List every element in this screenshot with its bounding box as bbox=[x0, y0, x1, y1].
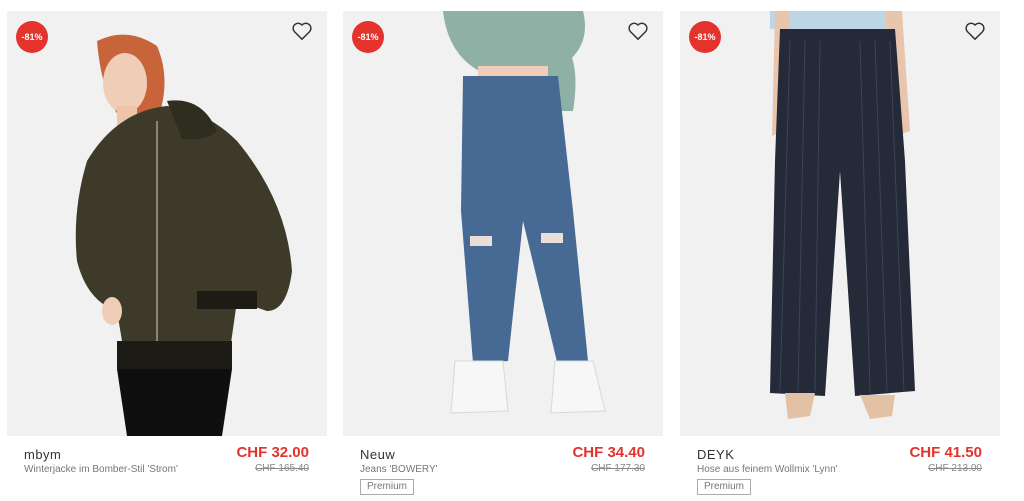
product-info[interactable]: DEYK Hose aus feinem Wollmix 'Lynn' CHF … bbox=[680, 436, 1000, 499]
product-card[interactable]: -81% DEYK Hose aus feinem Wollmix 'Lynn'… bbox=[680, 11, 1000, 499]
product-brand: mbym bbox=[24, 447, 62, 462]
trousers-model-illustration bbox=[770, 11, 915, 419]
heart-icon[interactable] bbox=[964, 21, 986, 41]
product-info[interactable]: mbym Winterjacke im Bomber-Stil 'Strom' … bbox=[7, 436, 327, 499]
discount-badge: -81% bbox=[352, 21, 384, 53]
product-description: Jeans 'BOWERY' bbox=[360, 464, 438, 475]
product-grid: -81% mbym Winterjacke im Bomber-Stil 'St… bbox=[0, 0, 1024, 501]
product-price: CHF 32.00 bbox=[236, 444, 309, 461]
premium-tag: Premium bbox=[697, 479, 752, 495]
product-info[interactable]: Neuw Jeans 'BOWERY' CHF 34.40 CHF 177.30… bbox=[343, 436, 663, 499]
product-card[interactable]: -81% mbym Winterjacke im Bomber-Stil 'St… bbox=[7, 11, 327, 499]
discount-badge: -81% bbox=[689, 21, 721, 53]
premium-tag: Premium bbox=[360, 479, 415, 495]
product-image[interactable]: -81% bbox=[343, 11, 663, 436]
product-card[interactable]: -81% Neuw Jeans 'BOWERY' CHF 34.40 CHF 1… bbox=[343, 11, 663, 499]
discount-badge: -81% bbox=[16, 21, 48, 53]
jeans-model-illustration bbox=[443, 11, 606, 414]
product-old-price: CHF 177.30 bbox=[591, 463, 645, 474]
product-brand: DEYK bbox=[697, 447, 735, 462]
heart-icon[interactable] bbox=[627, 21, 649, 41]
jacket-model-illustration bbox=[75, 34, 292, 436]
product-old-price: CHF 213.00 bbox=[928, 463, 982, 474]
product-old-price: CHF 165.40 bbox=[255, 463, 309, 474]
product-price: CHF 34.40 bbox=[572, 444, 645, 461]
product-description: Winterjacke im Bomber-Stil 'Strom' bbox=[24, 464, 178, 475]
product-image[interactable]: -81% bbox=[680, 11, 1000, 436]
product-description: Hose aus feinem Wollmix 'Lynn' bbox=[697, 464, 838, 475]
product-image[interactable]: -81% bbox=[7, 11, 327, 436]
product-price: CHF 41.50 bbox=[909, 444, 982, 461]
heart-icon[interactable] bbox=[291, 21, 313, 41]
product-brand: Neuw bbox=[360, 447, 396, 462]
